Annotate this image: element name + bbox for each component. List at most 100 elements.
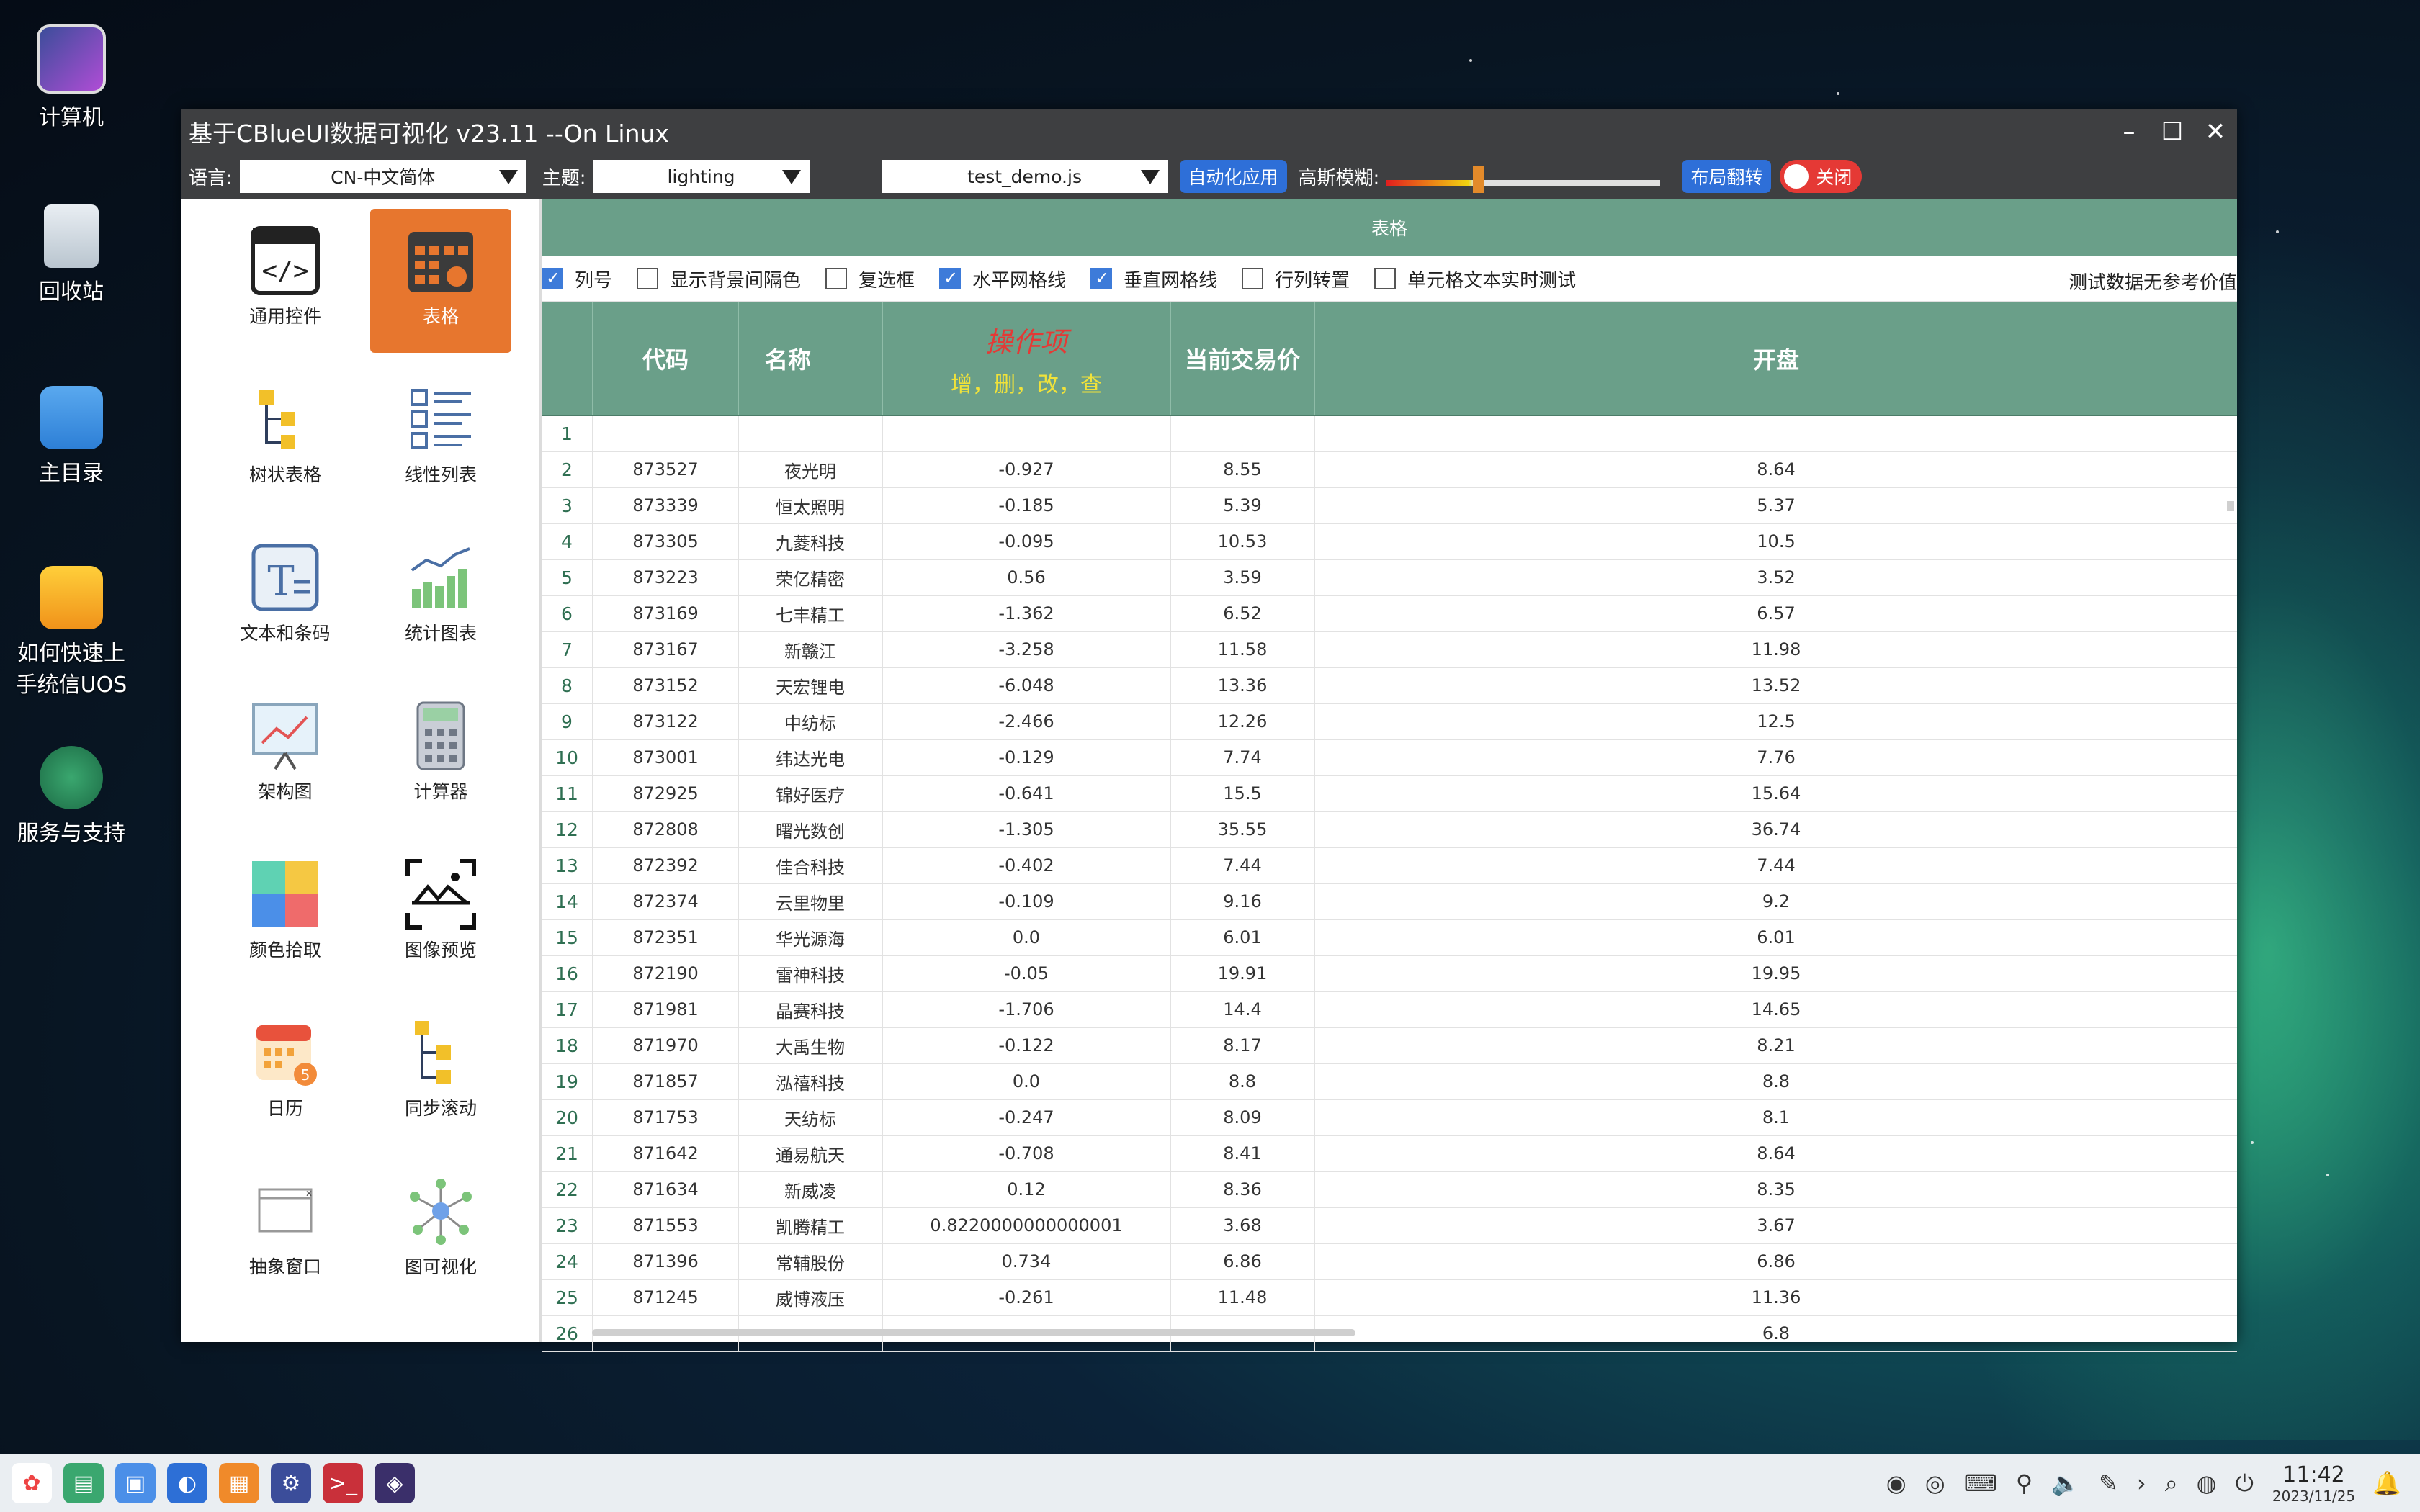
chevron-right-icon[interactable]: ›: [2137, 1470, 2146, 1497]
table-row[interactable]: 1: [542, 416, 2237, 452]
cell-code[interactable]: 872392: [593, 848, 739, 883]
cell-operation[interactable]: -0.402: [883, 848, 1171, 883]
table-row[interactable]: 21 871642 通易航天 -0.708 8.41 8.64: [542, 1136, 2237, 1172]
table-row[interactable]: 15 872351 华光源海 0.0 6.01 6.01: [542, 920, 2237, 956]
cell-name[interactable]: 雷神科技: [739, 956, 883, 991]
sidebar-item-image-preview[interactable]: 图像预览: [370, 842, 511, 986]
checkbox[interactable]: [1090, 268, 1113, 289]
table-row[interactable]: 4 873305 九菱科技 -0.095 10.53 10.5: [542, 524, 2237, 560]
cell-operation[interactable]: -0.927: [883, 452, 1171, 487]
sidebar-item-abstract-window[interactable]: ✕ 抽象窗口: [215, 1159, 356, 1303]
cell-open[interactable]: 15.64: [1315, 776, 2237, 811]
option-horizontal-grid[interactable]: 水平网格线: [939, 266, 1066, 292]
cell-price[interactable]: 8.09: [1171, 1100, 1315, 1135]
cell-operation[interactable]: -0.185: [883, 488, 1171, 523]
cell-price[interactable]: 35.55: [1171, 812, 1315, 847]
cell-price[interactable]: 8.8: [1171, 1064, 1315, 1099]
cell-code[interactable]: 871396: [593, 1244, 739, 1279]
option-vertical-grid[interactable]: 垂直网格线: [1090, 266, 1217, 292]
settings-icon[interactable]: ⚙: [271, 1463, 311, 1503]
table-row[interactable]: 19 871857 泓禧科技 0.0 8.8 8.8: [542, 1064, 2237, 1100]
table-row[interactable]: 7 873167 新赣江 -3.258 11.58 11.98: [542, 632, 2237, 668]
cell-operation[interactable]: -0.261: [883, 1280, 1171, 1315]
maximize-icon[interactable]: ☐: [2151, 109, 2194, 154]
cell-operation[interactable]: -0.129: [883, 740, 1171, 775]
cell-operation[interactable]: -1.362: [883, 596, 1171, 631]
desktop-icon-trash[interactable]: 回收站: [10, 204, 133, 308]
cell-code[interactable]: 873169: [593, 596, 739, 631]
cell-price[interactable]: 5.39: [1171, 488, 1315, 523]
auto-apply-button[interactable]: 自动化应用: [1179, 160, 1287, 193]
usb-icon[interactable]: ⚲: [2016, 1470, 2033, 1497]
table-row[interactable]: 8 873152 天宏锂电 -6.048 13.36 13.52: [542, 668, 2237, 704]
cell-open[interactable]: [1315, 416, 2237, 451]
table-row[interactable]: 25 871245 威博液压 -0.261 11.48 11.36: [542, 1280, 2237, 1316]
keyboard-icon[interactable]: ⌨: [1964, 1470, 1997, 1497]
table-row[interactable]: 24 871396 常辅股份 0.734 6.86 6.86: [542, 1244, 2237, 1280]
table-row[interactable]: 18 871970 大禹生物 -0.122 8.17 8.21: [542, 1028, 2237, 1064]
option-transpose[interactable]: 行列转置: [1242, 266, 1350, 292]
cell-name[interactable]: 七丰精工: [739, 596, 883, 631]
app-switcher-icon[interactable]: ▤: [63, 1463, 104, 1503]
cell-price[interactable]: 11.58: [1171, 632, 1315, 667]
cell-open[interactable]: 11.98: [1315, 632, 2237, 667]
table-row[interactable]: 14 872374 云里物里 -0.109 9.16 9.2: [542, 884, 2237, 920]
table-row[interactable]: 2 873527 夜光明 -0.927 8.55 8.64: [542, 452, 2237, 488]
sidebar-item-text-barcode[interactable]: T 文本和条码: [215, 526, 356, 670]
sidebar-item-linear-list[interactable]: 线性列表: [370, 367, 511, 511]
cell-operation[interactable]: -0.708: [883, 1136, 1171, 1171]
checkbox[interactable]: [1242, 268, 1264, 289]
table-row[interactable]: 17 871981 晶赛科技 -1.706 14.4 14.65: [542, 992, 2237, 1028]
cell-open[interactable]: 12.5: [1315, 704, 2237, 739]
cell-operation[interactable]: -0.122: [883, 1028, 1171, 1063]
cell-operation[interactable]: 0.0: [883, 1064, 1171, 1099]
desktop-icon-home[interactable]: 主目录: [10, 386, 133, 490]
notification-bell-icon[interactable]: 🔔: [2372, 1470, 2401, 1497]
table-row[interactable]: 5 873223 荣亿精密 0.56 3.59 3.52: [542, 560, 2237, 596]
cell-code[interactable]: 871981: [593, 992, 739, 1027]
cell-open[interactable]: 3.67: [1315, 1208, 2237, 1243]
cell-price[interactable]: 15.5: [1171, 776, 1315, 811]
table-row[interactable]: 13 872392 佳合科技 -0.402 7.44 7.44: [542, 848, 2237, 884]
cell-name[interactable]: 夜光明: [739, 452, 883, 487]
power-icon[interactable]: ⏻: [2236, 1470, 2254, 1498]
shield-icon[interactable]: ◉: [1886, 1470, 1906, 1497]
cell-open[interactable]: 6.57: [1315, 596, 2237, 631]
terminal-icon[interactable]: >_: [323, 1463, 363, 1503]
table-row[interactable]: 6 873169 七丰精工 -1.362 6.52 6.57: [542, 596, 2237, 632]
cell-price[interactable]: 6.01: [1171, 920, 1315, 955]
cell-name[interactable]: 泓禧科技: [739, 1064, 883, 1099]
option-alternate-bg[interactable]: 显示背景间隔色: [637, 266, 801, 292]
cell-code[interactable]: 871642: [593, 1136, 739, 1171]
option-column-number[interactable]: 列号: [542, 266, 612, 292]
cell-open[interactable]: 7.76: [1315, 740, 2237, 775]
checkbox[interactable]: [825, 268, 848, 289]
desktop-icon-uos-guide[interactable]: 如何快速上手统信UOS: [10, 566, 133, 701]
cell-code[interactable]: 872351: [593, 920, 739, 955]
table-row[interactable]: 3 873339 恒太照明 -0.185 5.39 5.37: [542, 488, 2237, 524]
cell-open[interactable]: 6.01: [1315, 920, 2237, 955]
cell-code[interactable]: 873167: [593, 632, 739, 667]
cell-price[interactable]: 6.86: [1171, 1244, 1315, 1279]
user-icon[interactable]: ◎: [1925, 1470, 1945, 1497]
cell-operation[interactable]: -2.466: [883, 704, 1171, 739]
option-realtime-text[interactable]: 单元格文本实时测试: [1374, 266, 1576, 292]
cell-open[interactable]: 8.64: [1315, 1136, 2237, 1171]
sidebar-item-calculator[interactable]: 计算器: [370, 684, 511, 828]
table-row[interactable]: 16 872190 雷神科技 -0.05 19.91 19.95: [542, 956, 2237, 992]
cell-operation[interactable]: 0.8220000000000001: [883, 1208, 1171, 1243]
cell-name[interactable]: 通易航天: [739, 1136, 883, 1171]
cell-name[interactable]: 锦好医疗: [739, 776, 883, 811]
cell-code[interactable]: 871245: [593, 1280, 739, 1315]
cell-open[interactable]: 8.1: [1315, 1100, 2237, 1135]
cell-price[interactable]: 9.16: [1171, 884, 1315, 919]
cell-operation[interactable]: 0.56: [883, 560, 1171, 595]
theme-select[interactable]: lighting: [593, 160, 810, 193]
cell-price[interactable]: 3.68: [1171, 1208, 1315, 1243]
cell-operation[interactable]: 0.0: [883, 920, 1171, 955]
sidebar-item-charts[interactable]: 统计图表: [370, 526, 511, 670]
language-select[interactable]: CN-中文简体: [239, 160, 526, 193]
cell-operation[interactable]: -3.258: [883, 632, 1171, 667]
app-store-icon[interactable]: ▦: [219, 1463, 259, 1503]
search-icon[interactable]: ⌕: [2165, 1470, 2178, 1498]
